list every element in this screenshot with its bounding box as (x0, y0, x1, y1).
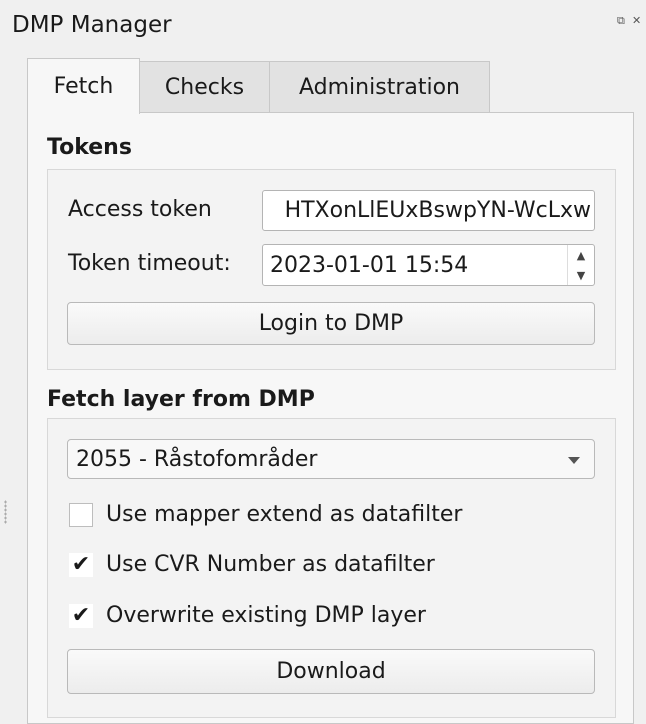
tab-fetch[interactable]: Fetch (27, 58, 140, 114)
mapper-extent-label: Use mapper extend as datafilter (106, 502, 463, 527)
mapper-extent-checkbox-row[interactable]: Use mapper extend as datafilter (69, 502, 462, 527)
tokens-section-title: Tokens (47, 135, 132, 160)
close-panel-icon[interactable]: ✕ (632, 14, 641, 27)
check-icon: ✔ (71, 551, 91, 577)
layer-select-value: 2055 - Råstofområder (76, 446, 318, 472)
cvr-number-checkbox[interactable]: ✔ (69, 551, 93, 577)
tab-checks[interactable]: Checks (139, 61, 270, 112)
spin-up-icon[interactable]: ▲ (568, 245, 594, 265)
mapper-extent-checkbox[interactable] (69, 502, 93, 527)
access-token-value: HTXonLlEUxBswpYN-WcLxw (284, 198, 591, 223)
overwrite-layer-checkbox-row[interactable]: ✔ Overwrite existing DMP layer (69, 603, 426, 628)
chevron-down-icon (568, 457, 580, 464)
overwrite-layer-label: Overwrite existing DMP layer (106, 603, 426, 628)
tab-fetch-label: Fetch (53, 74, 114, 99)
token-timeout-value: 2023-01-01 15:54 (270, 252, 469, 278)
timeout-spinbox[interactable]: ▲ ▼ (567, 245, 594, 285)
access-token-label: Access token (68, 197, 212, 222)
float-panel-icon[interactable]: ⧉ (617, 14, 625, 28)
spin-down-icon[interactable]: ▼ (568, 265, 594, 285)
layer-select[interactable]: 2055 - Råstofområder (67, 439, 595, 479)
overwrite-layer-checkbox[interactable]: ✔ (69, 602, 93, 628)
cvr-number-label: Use CVR Number as datafilter (106, 552, 435, 577)
resize-grip-icon[interactable] (4, 500, 7, 524)
cvr-number-checkbox-row[interactable]: ✔ Use CVR Number as datafilter (69, 552, 435, 577)
access-token-input[interactable]: HTXonLlEUxBswpYN-WcLxw (262, 190, 595, 231)
tab-checks-label: Checks (164, 74, 245, 100)
token-timeout-label: Token timeout: (68, 251, 231, 276)
login-button[interactable]: Login to DMP (67, 302, 595, 345)
fetch-layer-section-title: Fetch layer from DMP (47, 387, 315, 412)
tab-administration[interactable]: Administration (269, 61, 490, 112)
dock-title: DMP Manager (12, 12, 172, 38)
download-button[interactable]: Download (67, 649, 595, 694)
tab-administration-label: Administration (299, 74, 460, 100)
check-icon: ✔ (71, 602, 91, 628)
token-timeout-datetime-input[interactable]: 2023-01-01 15:54 ▲ ▼ (262, 244, 595, 286)
